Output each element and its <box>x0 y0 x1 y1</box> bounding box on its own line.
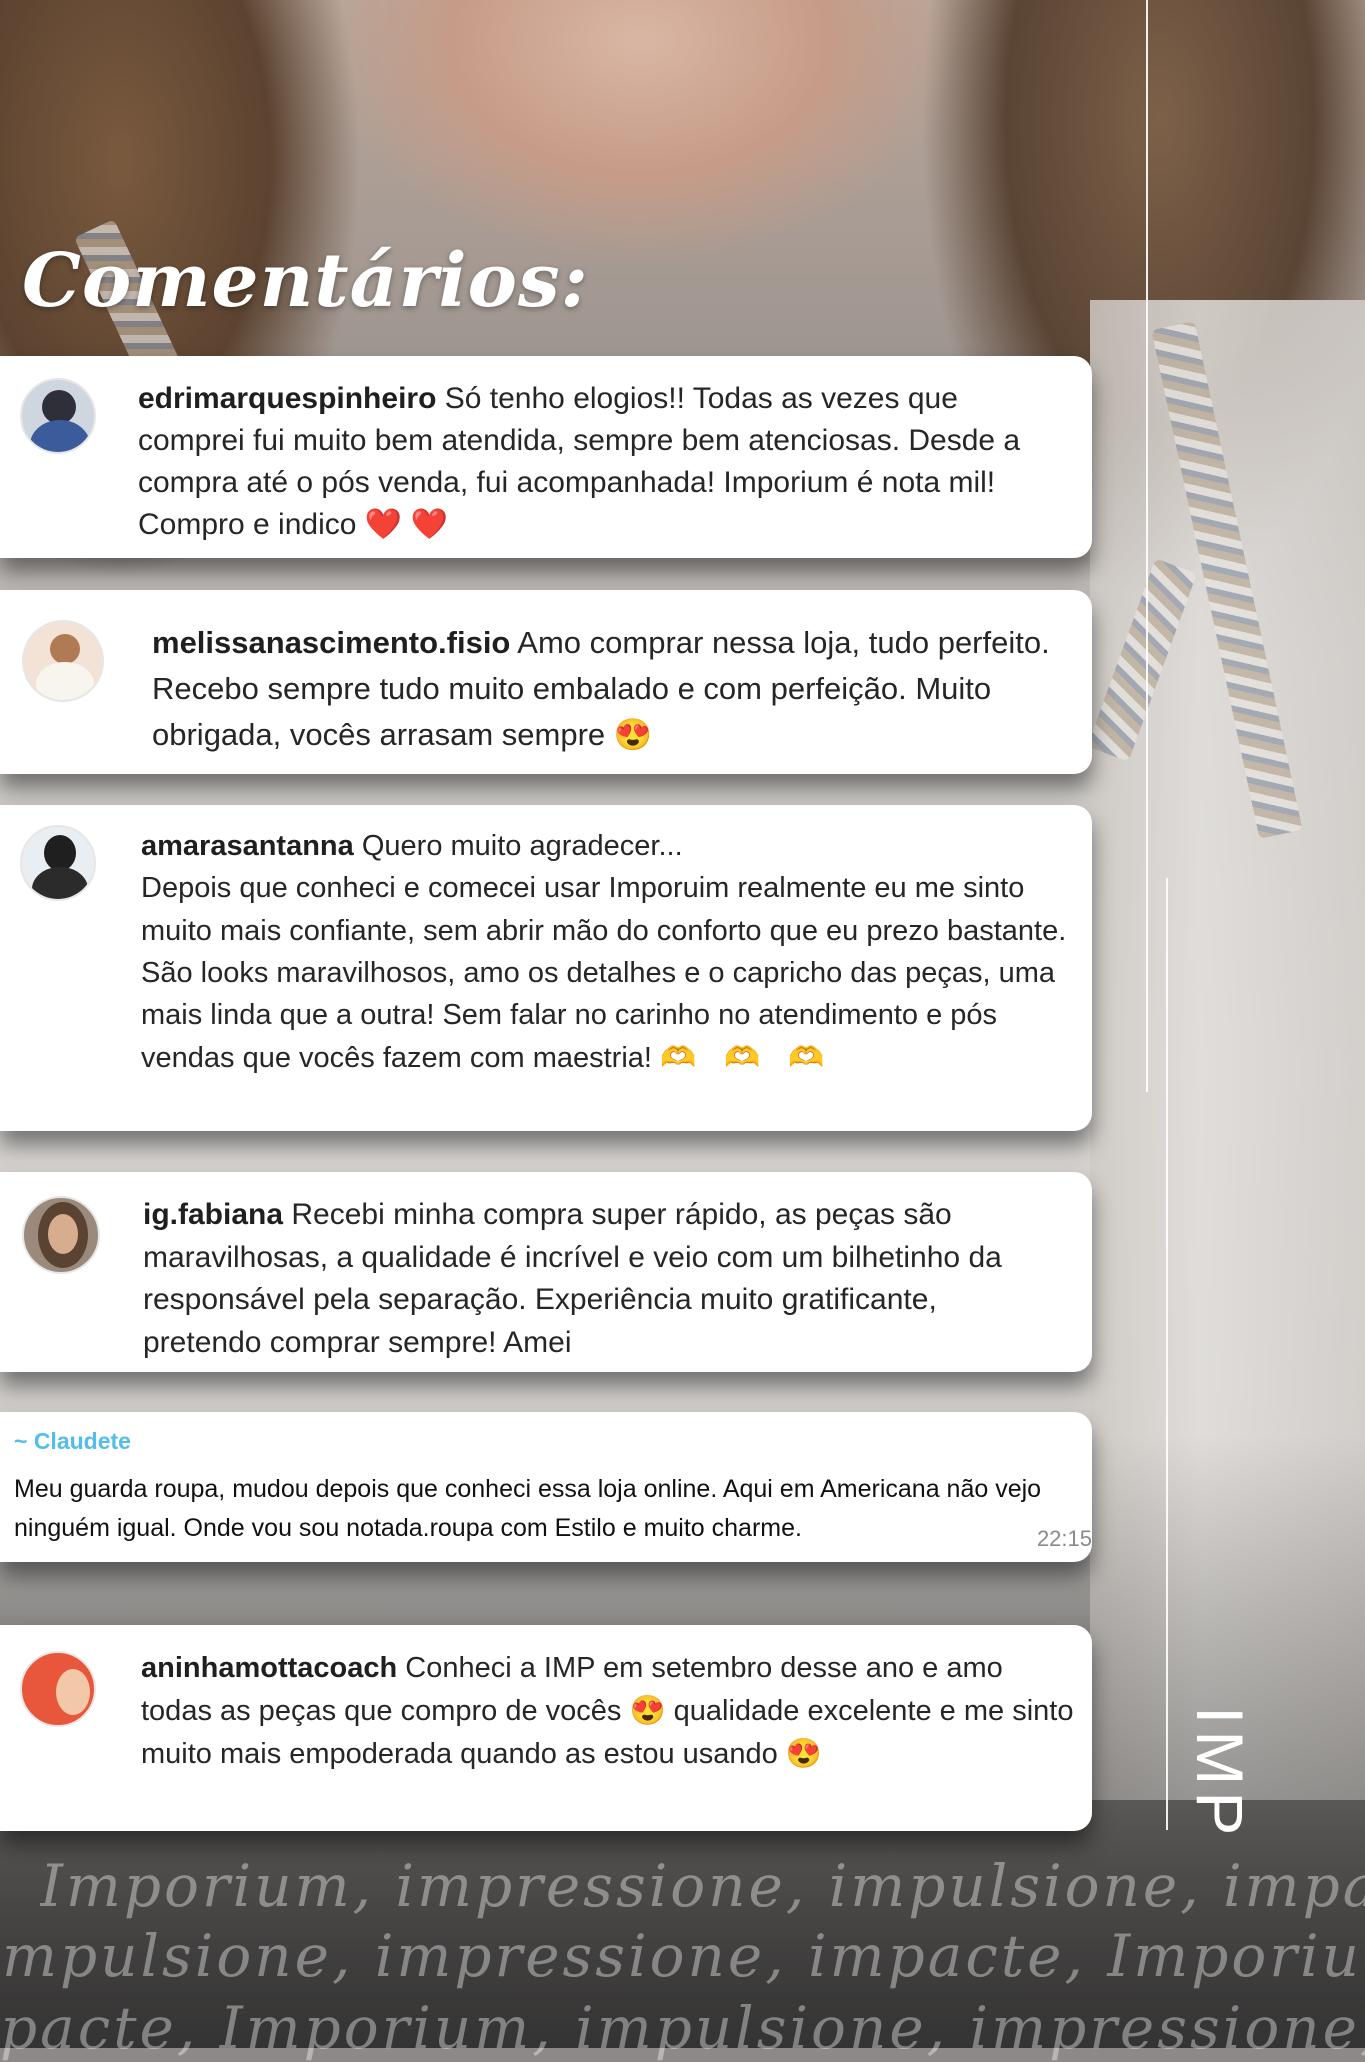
comment-body: ig.fabiana Recebi minha compra super ráp… <box>143 1194 1063 1364</box>
heart-eyes-emoji-icon: 😍 <box>785 1737 822 1770</box>
message-text: Meu guarda roupa, mudou depois que conhe… <box>14 1475 1042 1542</box>
comment-body: amarasantanna Quero muito agradecer... D… <box>141 825 1071 1079</box>
comment-body: aninhamottacoach Conheci a IMP em setemb… <box>141 1647 1081 1776</box>
comment-card: aninhamottacoach Conheci a IMP em setemb… <box>0 1625 1092 1831</box>
comment-card: melissanascimento.fisio Amo comprar ness… <box>0 590 1092 774</box>
comment-card: amarasantanna Quero muito agradecer... D… <box>0 805 1092 1131</box>
brand-logo: IMP <box>1183 1706 1257 1842</box>
comment-body: melissanascimento.fisio Amo comprar ness… <box>152 620 1052 758</box>
comment-text: Quero muito agradecer... <box>361 830 683 862</box>
heart-hands-emoji-icon: 🫶 🫶 🫶 <box>660 1041 835 1074</box>
watermark-text: Imporium, impressione, impulsione, impac… <box>40 1852 1365 1920</box>
page-title: Comentários: <box>22 238 589 324</box>
avatar <box>20 825 96 901</box>
heart-emoji-icon: ❤️ ❤️ <box>364 508 448 541</box>
message-sender: ~ Claudete <box>14 1428 131 1454</box>
avatar <box>22 1196 100 1274</box>
comment-username[interactable]: aninhamottacoach <box>141 1652 397 1684</box>
message-timestamp: 22:15 <box>1036 1526 1092 1551</box>
comment-username[interactable]: melissanascimento.fisio <box>152 625 510 660</box>
whatsapp-message: ~ Claudete Meu guarda roupa, mudou depoi… <box>0 1412 1092 1562</box>
comment-body: edrimarquespinheiro Só tenho elogios!! T… <box>138 378 1058 546</box>
comment-username[interactable]: ig.fabiana <box>143 1198 283 1231</box>
decorative-line <box>1146 0 1148 1092</box>
comment-username[interactable]: edrimarquespinheiro <box>138 382 436 415</box>
comment-text: Depois que conheci e comecei usar Imporu… <box>141 872 1067 1074</box>
avatar <box>22 620 104 702</box>
watermark-text: mpulsione, impressione, impacte, Imporiu… <box>2 1922 1365 1990</box>
heart-eyes-emoji-icon: 😍 <box>629 1694 666 1727</box>
watermark-text: pacte, Imporium, impulsione, impressione… <box>0 1994 1365 2062</box>
comment-username[interactable]: amarasantanna <box>141 830 354 862</box>
decorative-line <box>1166 878 1168 1830</box>
heart-eyes-emoji-icon: 😍 <box>613 716 653 752</box>
comment-card: edrimarquespinheiro Só tenho elogios!! T… <box>0 356 1092 558</box>
comment-card: ig.fabiana Recebi minha compra super ráp… <box>0 1172 1092 1372</box>
avatar <box>20 1651 96 1727</box>
avatar <box>20 378 96 454</box>
